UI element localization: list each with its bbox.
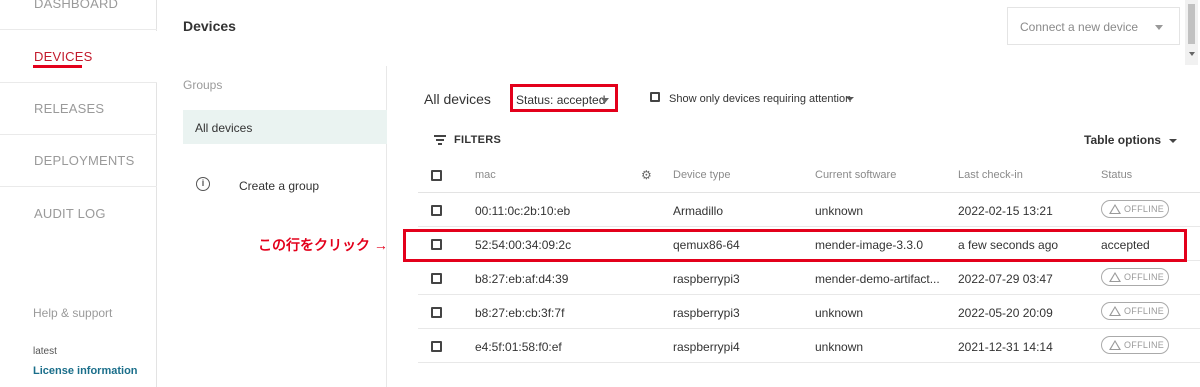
nav-audit-log-label: AUDIT LOG (34, 205, 106, 221)
status-filter-value: accepted (556, 93, 606, 107)
column-header-current-software[interactable]: Current software (815, 169, 896, 181)
help-support-link[interactable]: Help & support (33, 306, 112, 320)
nav-deployments[interactable]: DEPLOYMENTS (0, 135, 157, 187)
row-last-check-in: 2022-02-15 13:21 (958, 204, 1053, 218)
group-all-devices[interactable]: All devices (183, 110, 387, 144)
column-header-last-check-in[interactable]: Last check-in (958, 169, 1023, 181)
row-last-check-in: 2022-05-20 20:09 (958, 306, 1053, 320)
chevron-down-icon (1169, 138, 1178, 143)
annotation-label: この行をクリック → (258, 237, 388, 253)
license-link[interactable]: License information (33, 365, 138, 377)
offline-badge-label: OFFLINE (1124, 272, 1165, 282)
groups-title: Groups (183, 78, 223, 92)
row-checkbox[interactable] (431, 305, 442, 319)
chevron-down-icon (1155, 25, 1163, 30)
connect-device-label: Connect a new device (1020, 20, 1139, 34)
row-checkbox[interactable] (431, 271, 442, 285)
nav-dashboard-label: DASHBOARD (34, 0, 119, 11)
nav-devices[interactable]: DEVICES (0, 31, 157, 83)
row-device-type: raspberrypi4 (673, 340, 740, 354)
row-mac: 00:11:0c:2b:10:eb (475, 204, 571, 218)
scrollbar[interactable] (1185, 0, 1198, 65)
row-software: unknown (815, 204, 864, 218)
row-device-type: raspberrypi3 (673, 272, 740, 286)
offline-badge: OFFLINE (1101, 336, 1169, 354)
device-list-content: All devices Status: accepted Show only d… (388, 66, 1200, 387)
nav-devices-label: DEVICES (34, 49, 93, 64)
filter-icon (434, 135, 446, 145)
active-underline (33, 65, 82, 68)
offline-badge-label: OFFLINE (1124, 204, 1165, 214)
row-mac: b8:27:eb:af:d4:39 (475, 272, 569, 286)
offline-badge-label: OFFLINE (1124, 306, 1165, 316)
info-icon: i (196, 177, 210, 191)
offline-badge-label: OFFLINE (1124, 340, 1165, 350)
table-row[interactable]: b8:27:eb:af:d4:39 raspberrypi3 mender-de… (418, 261, 1200, 295)
table-options-label: Table options (1084, 133, 1162, 147)
row-checkbox[interactable] (431, 203, 442, 217)
status-filter-select[interactable]: Status: accepted (510, 84, 618, 112)
row-last-check-in: 2021-12-31 14:14 (958, 340, 1053, 354)
offline-badge: OFFLINE (1101, 268, 1169, 286)
row-mac: e4:5f:01:58:f0:ef (475, 340, 562, 354)
nav-releases-label: RELEASES (34, 101, 105, 116)
gear-icon[interactable]: ⚙ (641, 168, 652, 182)
offline-badge: OFFLINE (1101, 302, 1169, 320)
table-header: mac ⚙ Device type Current software Last … (418, 159, 1200, 193)
offline-badge: OFFLINE (1101, 200, 1169, 218)
nav-releases[interactable]: RELEASES (0, 83, 157, 135)
nav-deployments-label: DEPLOYMENTS (34, 153, 135, 168)
attention-checkbox[interactable] (650, 92, 660, 102)
scrollbar-thumb[interactable] (1188, 4, 1195, 44)
table-row[interactable]: b8:27:eb:cb:3f:7f raspberrypi3 unknown 2… (418, 295, 1200, 329)
row-software: unknown (815, 306, 864, 320)
row-device-type: raspberrypi3 (673, 306, 740, 320)
nav-audit-log[interactable]: AUDIT LOG (0, 187, 157, 239)
nav-dashboard[interactable]: DASHBOARD (0, 0, 157, 30)
row-mac: b8:27:eb:cb:3f:7f (475, 306, 565, 320)
groups-panel: Groups All devices i Create a group (158, 66, 387, 387)
main-area: Devices Connect a new device Groups All … (158, 0, 1200, 387)
select-all-checkbox[interactable] (431, 169, 442, 181)
column-header-status[interactable]: Status (1101, 169, 1132, 181)
row-software: unknown (815, 340, 864, 354)
table-row[interactable]: e4:5f:01:58:f0:ef raspberrypi4 unknown 2… (418, 329, 1200, 363)
filters-label: FILTERS (454, 134, 502, 146)
column-header-device-type[interactable]: Device type (673, 169, 730, 181)
connect-device-select[interactable]: Connect a new device (1007, 7, 1180, 45)
warning-icon (1109, 272, 1121, 282)
attention-label: Show only devices requiring attention (669, 93, 852, 105)
version-label: latest (33, 346, 57, 357)
row-last-check-in: 2022-07-29 03:47 (958, 272, 1053, 286)
list-title: All devices (424, 91, 491, 107)
table-options-button[interactable]: Table options (1084, 133, 1178, 147)
row-checkbox[interactable] (431, 339, 442, 353)
scroll-down-arrow-icon[interactable] (1189, 52, 1195, 56)
row-highlight-box (403, 229, 1187, 262)
page-title: Devices (183, 18, 236, 34)
sidebar: DASHBOARD DEVICES RELEASES DEPLOYMENTS A… (0, 0, 157, 387)
table-row[interactable]: 00:11:0c:2b:10:eb Armadillo unknown 2022… (418, 193, 1200, 227)
chevron-down-icon (601, 98, 609, 103)
warning-icon (1109, 204, 1121, 214)
warning-icon (1109, 306, 1121, 316)
chevron-down-icon[interactable] (846, 97, 854, 101)
row-device-type: Armadillo (673, 204, 724, 218)
create-group-label: Create a group (239, 179, 320, 193)
row-software: mender-demo-artifact... (815, 272, 940, 286)
status-filter-label: Status: (516, 93, 554, 107)
column-header-mac[interactable]: mac (475, 169, 496, 181)
warning-icon (1109, 340, 1121, 350)
